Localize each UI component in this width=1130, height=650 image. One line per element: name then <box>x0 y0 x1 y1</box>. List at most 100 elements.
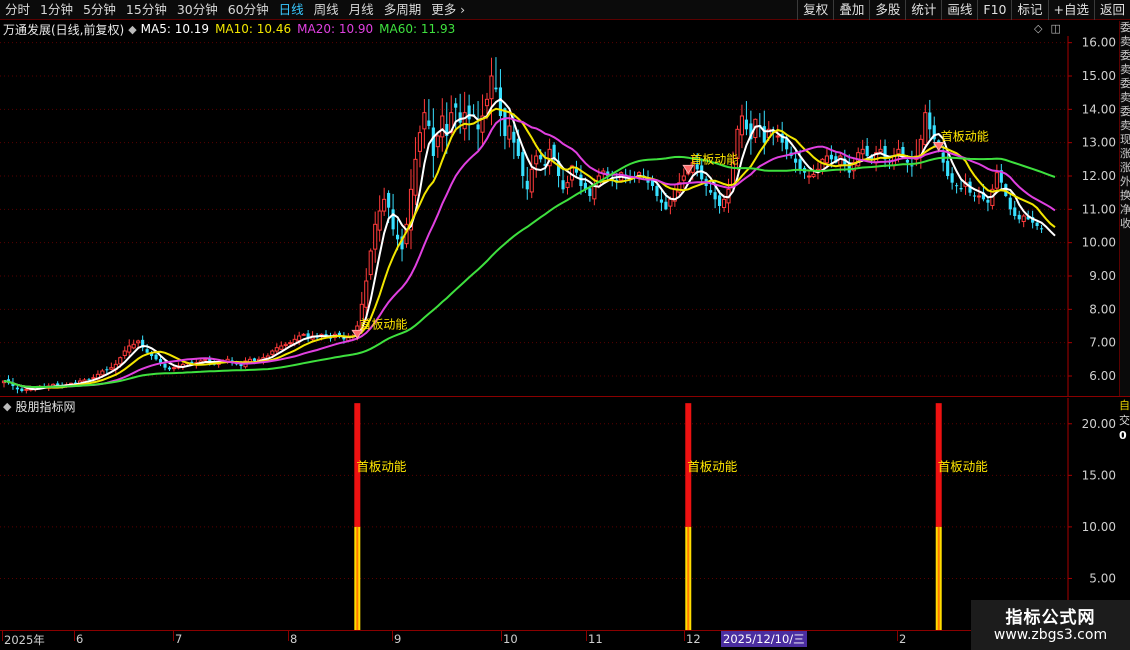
toolbar-button[interactable]: 复权 <box>797 0 833 20</box>
candle <box>279 345 284 350</box>
period-tab[interactable]: 5分钟 <box>78 0 121 20</box>
candle <box>775 135 780 138</box>
candle <box>283 343 288 347</box>
ma-label: MA5: 10.19 <box>140 22 210 36</box>
edge-char: 现 <box>1120 133 1130 146</box>
watermark-url: www.zbgs3.com <box>993 627 1108 643</box>
candle <box>928 112 932 130</box>
diamond-icon[interactable]: ◇ <box>1034 22 1042 35</box>
candle <box>498 87 502 116</box>
candle <box>364 280 369 308</box>
indicator-tick-label: 20.00 <box>1082 417 1116 431</box>
top-toolbar: 分时 1分钟 5分钟 15分钟 30分钟 60分钟 日线 周线 月线 多周期 更多 › 复权 叠加 多股… <box>0 0 1130 20</box>
watermark-title: 指标公式网 <box>1005 608 1096 628</box>
edge-char: 收 <box>1120 217 1130 230</box>
candle <box>20 388 24 391</box>
period-tab[interactable]: 周线 <box>309 0 344 20</box>
price-tick-label: 7.00 <box>1089 336 1116 350</box>
toolbar-button[interactable]: +自选 <box>1047 0 1094 20</box>
period-tab[interactable]: 15分钟 <box>121 0 172 20</box>
indicator-bar-core <box>937 526 940 630</box>
candle <box>668 198 673 207</box>
indicator-tick-label: 5.00 <box>1089 571 1116 585</box>
candle <box>739 115 745 136</box>
panel-separator <box>0 396 1130 397</box>
candle <box>512 131 516 143</box>
ma-line-ma5 <box>3 98 1056 391</box>
candle <box>270 350 275 355</box>
stock-title: 万通发展(日线,前复权) <box>3 22 125 37</box>
candle <box>252 358 257 361</box>
edge-char: 卖 <box>1120 35 1130 48</box>
toolbar-button[interactable]: 多股 <box>869 0 905 20</box>
time-label: 12 <box>686 632 701 646</box>
cursor-date-label: 2025/12/10/三 <box>721 631 807 647</box>
price-chart[interactable]: 16.00 15.00 14.00 13.00 12.00 11.00 10.00 9.00 8… <box>0 36 1119 396</box>
indicator-signal-label: 首板动能 <box>687 459 738 474</box>
settings-icon[interactable]: ◆ <box>128 23 136 36</box>
period-tab[interactable]: 1分钟 <box>35 0 78 20</box>
window-toggle-icon[interactable]: ◫ <box>1050 22 1060 35</box>
candle <box>131 343 136 349</box>
time-separator <box>392 631 393 641</box>
candle <box>507 125 512 140</box>
candle <box>373 223 378 250</box>
candle <box>462 112 467 130</box>
period-tabs: 分时 1分钟 5分钟 15分钟 30分钟 60分钟 日线 周线 月线 多周期 更多 › <box>0 0 470 20</box>
toolbar-button[interactable]: F10 <box>977 0 1011 20</box>
candle <box>972 195 977 197</box>
indicator-bar-core <box>356 526 359 630</box>
time-axis: 2025年6789101112122025/12/10/三 <box>0 630 1130 650</box>
period-tab[interactable]: 月线 <box>344 0 379 20</box>
edge-char: 委 <box>1120 49 1130 62</box>
time-label: 10 <box>503 632 518 646</box>
candle <box>579 174 583 186</box>
right-toolbar: 复权 叠加 多股 统计 画线 F10 标记 +自选 返回 <box>797 0 1130 20</box>
toolbar-button[interactable]: 画线 <box>941 0 977 20</box>
period-tab[interactable]: 30分钟 <box>172 0 223 20</box>
candle <box>878 148 883 153</box>
signal-label: 首板动能 <box>359 317 407 331</box>
candle <box>959 188 963 190</box>
candle <box>167 367 172 370</box>
candle <box>1008 197 1012 210</box>
toolbar-button[interactable]: 标记 <box>1011 0 1047 20</box>
price-tick-label: 11.00 <box>1082 202 1116 216</box>
toolbar-button[interactable]: 返回 <box>1093 0 1130 20</box>
price-tick-label: 10.00 <box>1082 236 1116 250</box>
indicator-chart[interactable]: 20.00 15.00 10.00 5.00 首板动能 首板动能 首板动能 <box>0 398 1119 630</box>
candle <box>427 120 431 126</box>
period-tab[interactable]: 更多 › <box>426 0 470 20</box>
candle <box>109 367 114 370</box>
candle <box>127 345 132 353</box>
candle <box>905 159 909 163</box>
period-tab[interactable]: 多周期 <box>379 0 427 20</box>
candle <box>1013 207 1017 216</box>
ma-line-ma20 <box>3 117 1056 389</box>
time-separator <box>173 631 174 641</box>
period-tab[interactable]: 60分钟 <box>223 0 274 20</box>
edge-char: 卖 <box>1120 63 1130 76</box>
candle <box>718 195 722 206</box>
chart-info-line: 万通发展(日线,前复权) ◆ MA5: 10.19 MA10: 10.46 MA20… <box>3 21 461 37</box>
candle <box>396 234 400 240</box>
toolbar-button[interactable]: 统计 <box>905 0 941 20</box>
time-label: 2 <box>899 632 907 646</box>
period-tab[interactable]: 日线 <box>274 0 309 20</box>
candle <box>122 350 127 356</box>
edge-char: 卖 <box>1120 91 1130 104</box>
candle <box>709 190 713 193</box>
edge-char: 委 <box>1120 105 1130 118</box>
candle <box>794 158 798 163</box>
period-tab[interactable]: 分时 <box>0 0 35 20</box>
candle <box>829 154 833 160</box>
candle <box>565 182 570 188</box>
candle <box>417 132 422 152</box>
candle <box>946 160 950 176</box>
time-separator <box>74 631 75 641</box>
toolbar-button[interactable]: 叠加 <box>833 0 869 20</box>
candle <box>422 112 427 130</box>
candle <box>435 135 440 148</box>
settings-icon[interactable]: ◆ <box>3 400 11 413</box>
candle <box>163 363 167 368</box>
